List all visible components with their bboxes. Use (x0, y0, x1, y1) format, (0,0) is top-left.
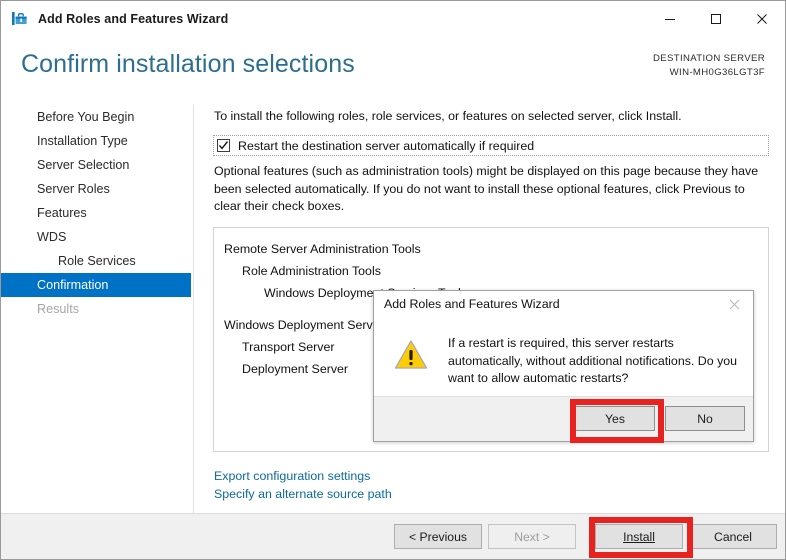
destination-server-info: DESTINATION SERVER WIN-MH0G36LGT3F (653, 52, 765, 80)
list-top-spacer (214, 228, 768, 238)
next-button-label: Next > (514, 529, 550, 544)
yes-button-label: Yes (605, 411, 625, 426)
window-titlebar: Add Roles and Features Wizard (1, 1, 785, 36)
maximize-button[interactable] (693, 1, 739, 36)
wizard-footer: < Previous Next > Install Cancel (1, 513, 785, 559)
window-title: Add Roles and Features Wizard (38, 11, 229, 26)
sidebar-item-server-roles[interactable]: Server Roles (1, 177, 193, 201)
previous-button-label: < Previous (409, 529, 467, 544)
previous-button[interactable]: < Previous (394, 524, 482, 549)
restart-checkbox-row[interactable]: Restart the destination server automatic… (213, 135, 769, 156)
dialog-body: If a restart is required, this server re… (374, 319, 753, 399)
dialog-title: Add Roles and Features Wizard (384, 297, 560, 311)
sidebar-item-role-services[interactable]: Role Services (1, 249, 193, 273)
no-button[interactable]: No (665, 406, 745, 431)
restart-checkbox[interactable] (217, 139, 230, 152)
wizard-window: Add Roles and Features Wizard Confirm in… (0, 0, 786, 560)
toolbox-icon (11, 10, 29, 28)
close-button[interactable] (739, 1, 785, 36)
dialog-titlebar: Add Roles and Features Wizard (374, 291, 753, 319)
page-title: Confirm installation selections (21, 50, 355, 78)
destination-server-label: DESTINATION SERVER (652, 53, 765, 64)
optional-features-note: Optional features (such as administratio… (214, 164, 759, 213)
install-button[interactable]: Install (595, 524, 683, 549)
yes-button[interactable]: Yes (575, 406, 655, 431)
wizard-header: Confirm installation selections DESTINAT… (1, 36, 785, 98)
destination-server-name: WIN-MH0G36LGT3F (669, 67, 765, 78)
confirmation-dialog: Add Roles and Features Wizard If a resta… (373, 290, 754, 442)
sidebar-item-wds[interactable]: WDS (1, 225, 193, 249)
dialog-footer: Yes No (374, 396, 753, 441)
export-configuration-settings-link[interactable]: Export configuration settings (214, 467, 392, 485)
dialog-message: If a restart is required, this server re… (448, 336, 738, 385)
next-button: Next > (488, 524, 576, 549)
list-item: Remote Server Administration Tools (224, 242, 421, 256)
install-button-label: Install (623, 529, 655, 544)
specify-alternate-source-path-link[interactable]: Specify an alternate source path (214, 485, 392, 503)
list-item: Role Administration Tools (242, 264, 381, 278)
dialog-close-icon[interactable] (719, 293, 749, 315)
wizard-sidebar: Before You Begin Installation Type Serve… (1, 105, 194, 514)
no-button-label: No (697, 411, 713, 426)
sidebar-item-features[interactable]: Features (1, 201, 193, 225)
sidebar-item-before-you-begin[interactable]: Before You Begin (1, 105, 193, 129)
cancel-button-label: Cancel (714, 529, 752, 544)
minimize-button[interactable] (647, 1, 693, 36)
cancel-button[interactable]: Cancel (689, 524, 777, 549)
sidebar-item-server-selection[interactable]: Server Selection (1, 153, 193, 177)
sidebar-item-installation-type[interactable]: Installation Type (1, 129, 193, 153)
sidebar-item-confirmation[interactable]: Confirmation (1, 273, 191, 297)
wizard-links: Export configuration settings Specify an… (214, 467, 392, 503)
intro-text: To install the following roles, role ser… (214, 109, 682, 123)
window-controls (647, 1, 785, 36)
restart-checkbox-label: Restart the destination server automatic… (238, 138, 535, 153)
sidebar-item-results: Results (37, 302, 79, 316)
warning-triangle-icon (394, 339, 428, 370)
